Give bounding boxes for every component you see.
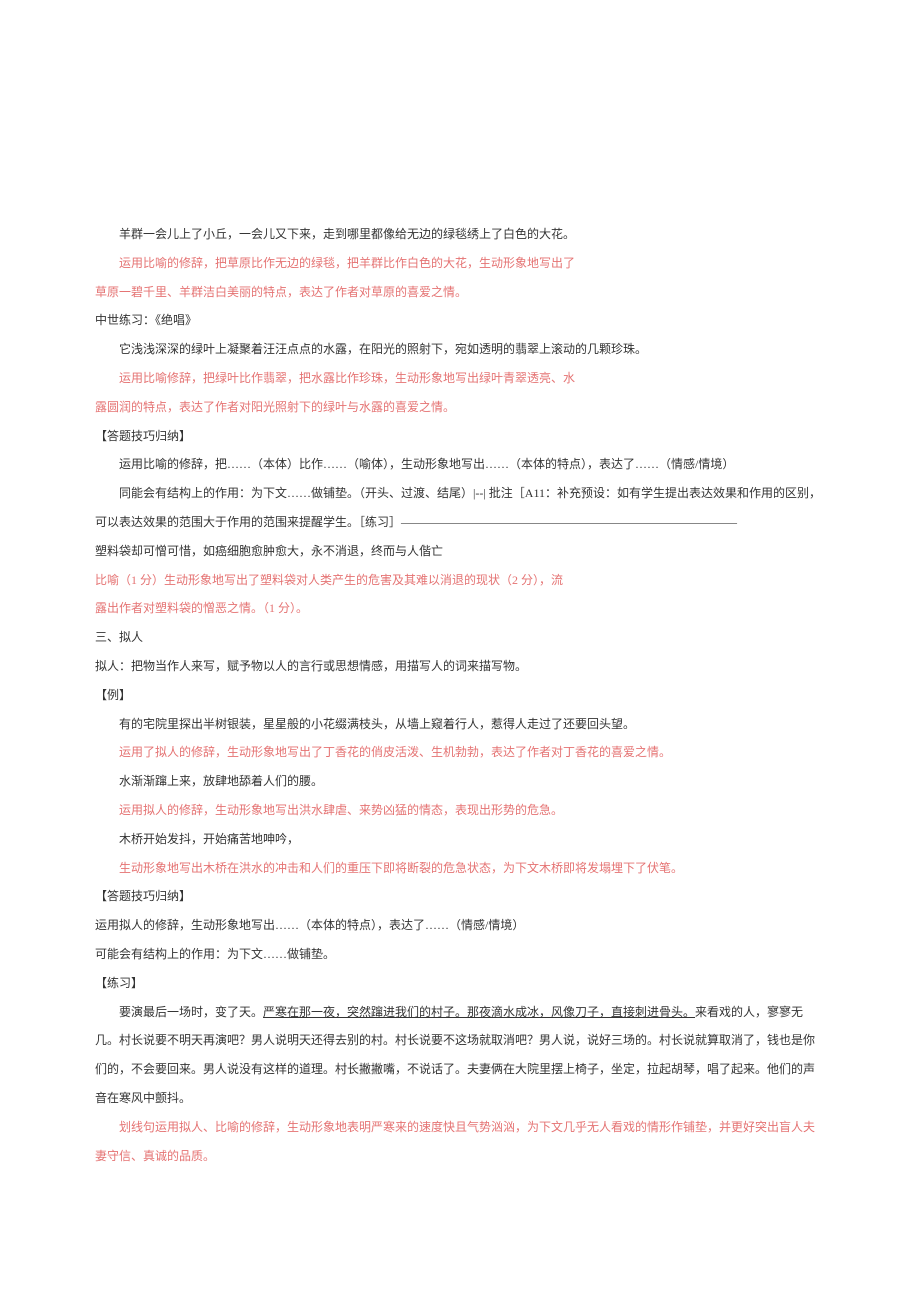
analysis-leaf-1: 运用比喻修辞，把绿叶比作翡翠，把水露比作珍珠，生动形象地写出绿叶青翠透亮、水 <box>95 364 825 393</box>
example-leaf: 它浅浅深深的绿叶上凝聚着汪汪点点的水露，在阳光的照射下，宛如透明的翡翠上滚动的几… <box>95 335 825 364</box>
story-underline: 严寒在那一夜，突然蹿进我们的村子。那夜滴水成冰，风像刀子，直接刺进骨头。 <box>263 1005 695 1019</box>
heading-techniques-1: 【答题技巧归纳】 <box>95 422 825 451</box>
analysis-sheep-1: 运用比喻的修辞，把草原比作无边的绿毯，把羊群比作白色的大花，生动形象地写出了 <box>95 249 825 278</box>
story-post: 来看戏的人，寥寥无几。村长说要不明天再演吧？男人说明天还得去别的村。村长说要不这… <box>95 1005 815 1105</box>
heading-personification: 三、拟人 <box>95 623 825 652</box>
analysis-flower: 运用了拟人的修辞，生动形象地写出了丁香花的俏皮活泼、生机勃勃，表达了作者对丁香花… <box>95 738 825 767</box>
dash-line: ———————————————————————————— <box>401 515 737 529</box>
practice-story: 要演最后一场时，变了天。严寒在那一夜，突然蹿进我们的村子。那夜滴水成冰，风像刀子… <box>95 998 825 1113</box>
story-pre: 要演最后一场时，变了天。 <box>119 1005 263 1019</box>
technique-structure: 同能会有结构上的作用：为下文……做铺垫。（开头、过渡、结尾）|--| 批注［A1… <box>95 479 825 537</box>
analysis-plastic-2: 露出作者对塑料袋的憎恶之情。（1 分）。 <box>95 594 825 623</box>
analysis-leaf-2: 露圆润的特点，表达了作者对阳光照射下的绿叶与水露的喜爱之情。 <box>95 393 825 422</box>
heading-techniques-2: 【答题技巧归纳】 <box>95 882 825 911</box>
example-flower: 有的宅院里探出半树银装，星星般的小花缀满枝头，从墙上窥着行人，惹得人走过了还要回… <box>95 710 825 739</box>
technique-structure-2: 可能会有结构上的作用：为下文……做铺垫。 <box>95 940 825 969</box>
analysis-plastic-1: 比喻（1 分）生动形象地写出了塑料袋对人类产生的危害及其难以消退的现状（2 分）… <box>95 566 825 595</box>
heading-practice: 【练习】 <box>95 969 825 998</box>
analysis-water: 运用拟人的修辞，生动形象地写出洪水肆虐、来势凶猛的情态，表现出形势的危急。 <box>95 796 825 825</box>
technique-personification: 运用拟人的修辞，生动形象地写出……（本体的特点），表达了……（情感/情境） <box>95 911 825 940</box>
analysis-story: 划线句运用拟人、比喻的修辞，生动形象地表明严寒来的速度快且气势汹汹，为下文几乎无… <box>95 1113 825 1171</box>
section-mid-practice: 中世练习：《绝唱》 <box>95 306 825 335</box>
analysis-bridge: 生动形象地写出木桥在洪水的冲击和人们的重压下即将断裂的危急状态，为下文木桥即将发… <box>95 854 825 883</box>
analysis-sheep-2: 草原一碧千里、羊群洁白美丽的特点，表达了作者对草原的喜爱之情。 <box>95 278 825 307</box>
example-water: 水渐渐蹿上来，放肆地舔着人们的腰。 <box>95 767 825 796</box>
example-plastic: 塑料袋却可憎可惜，如癌细胞愈肿愈大，永不消退，终而与人偕亡 <box>95 537 825 566</box>
technique-simile: 运用比喻的修辞，把……（本体）比作……（喻体），生动形象地写出……（本体的特点）… <box>95 450 825 479</box>
def-personification: 拟人：把物当作人来写，赋予物以人的言行或思想情感，用描写人的词来描写物。 <box>95 652 825 681</box>
heading-example: 【例】 <box>95 681 825 710</box>
example-sheep: 羊群一会儿上了小丘，一会儿又下来，走到哪里都像给无边的绿毯绣上了白色的大花。 <box>95 220 825 249</box>
example-bridge: 木桥开始发抖，开始痛苦地呻吟， <box>95 825 825 854</box>
